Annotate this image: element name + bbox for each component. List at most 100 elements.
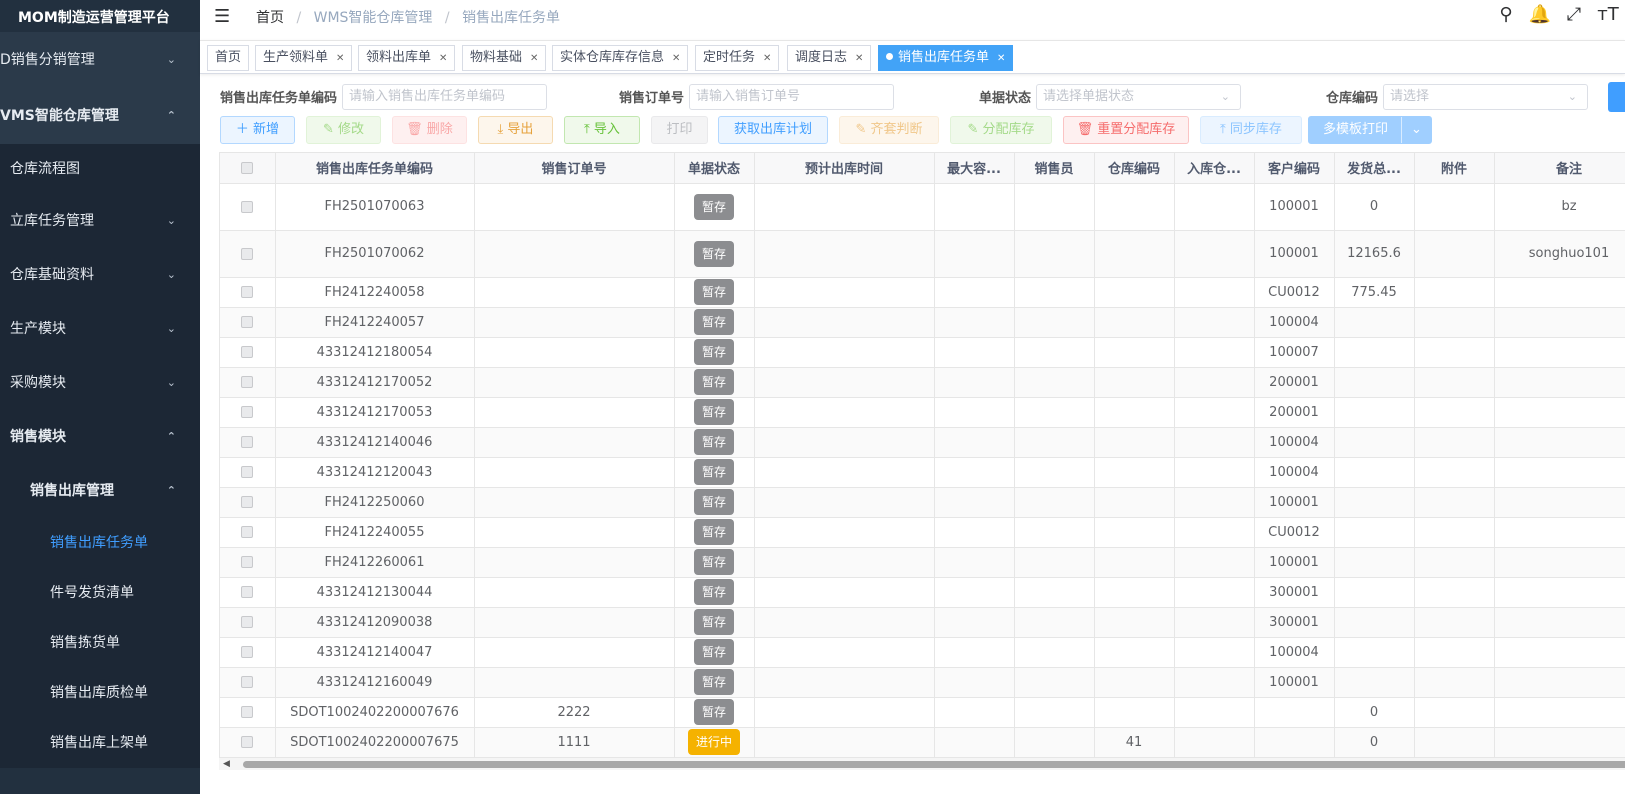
bell-icon[interactable]: 🔔 <box>1523 4 1557 25</box>
sidebar-item-sales[interactable]: 销售模块 ⌃ <box>0 410 200 464</box>
sidebar-item-outbound-task[interactable]: 销售出库任务单 <box>0 518 200 568</box>
row-checkbox[interactable] <box>241 556 254 568</box>
fetch-plan-button[interactable]: 获取出库计划 <box>718 116 828 144</box>
table-row[interactable]: FH2412240057 暂存 100004 <box>220 307 1625 338</box>
column-header[interactable]: 客户编码 <box>1254 153 1335 184</box>
table-row[interactable]: FH2501070063 暂存 100001 0 bz <box>220 183 1625 231</box>
tag-home[interactable]: 首页 <box>207 45 250 71</box>
sidebar-item-wms[interactable]: VMS智能仓库管理 ⌃ <box>0 88 200 144</box>
reset-allocate-button[interactable]: 🗑 重置分配库存 <box>1063 116 1189 144</box>
row-checkbox[interactable] <box>241 526 254 538</box>
sidebar-item-warehouse-basics[interactable]: 仓库基础资料 ⌄ <box>0 248 200 302</box>
table-row[interactable]: FH2501070062 暂存 100001 12165.6 songhuo101 <box>220 230 1625 278</box>
task-code-input[interactable]: 请输入销售出库任务单编码 <box>342 84 547 110</box>
scroll-left-icon[interactable]: ◀ <box>223 758 230 770</box>
table-row[interactable]: FH2412260061 暂存 100001 <box>220 547 1625 578</box>
column-header[interactable]: 销售员 <box>1014 153 1095 184</box>
export-button[interactable]: ⤓ 导出 <box>478 116 553 144</box>
tag-outbound-task[interactable]: 销售出库任务单 ✕ <box>878 45 1014 71</box>
column-header[interactable]: 销售订单号 <box>474 153 675 184</box>
column-header[interactable]: 单据状态 <box>674 153 755 184</box>
row-checkbox[interactable] <box>241 436 254 448</box>
breadcrumb-home[interactable]: 首页 <box>256 10 284 26</box>
tag-scheduled-tasks[interactable]: 定时任务 ✕ <box>695 45 780 71</box>
table-row[interactable]: 43312412160049 暂存 100001 <box>220 667 1625 698</box>
table-row[interactable]: 43312412130044 暂存 300001 <box>220 577 1625 608</box>
row-checkbox[interactable] <box>241 496 254 508</box>
close-icon[interactable]: ✕ <box>336 53 344 64</box>
table-row[interactable]: 43312412180054 暂存 100007 <box>220 337 1625 368</box>
tag-schedule-log[interactable]: 调度日志 ✕ <box>787 45 872 71</box>
print-button[interactable]: 打印 <box>651 116 708 144</box>
sidebar-item-outbound-shelving[interactable]: 销售出库上架单 <box>0 718 200 768</box>
table-row[interactable]: SDOT1002402200007676 2222 暂存 0 <box>220 697 1625 728</box>
search-icon[interactable]: ⚲ <box>1489 4 1523 25</box>
dropdown-toggle[interactable]: ⌄ <box>1401 117 1431 143</box>
allocate-stock-button[interactable]: ✎ 分配库存 <box>950 116 1052 144</box>
table-row[interactable]: 43312412140047 暂存 100004 <box>220 637 1625 668</box>
scrollbar-thumb[interactable] <box>243 761 1625 768</box>
template-print-button[interactable]: 多模板打印 ⌄ <box>1308 116 1432 144</box>
table-row[interactable]: 43312412120043 暂存 100004 <box>220 457 1625 488</box>
sidebar-item-picking[interactable]: 销售拣货单 <box>0 618 200 668</box>
sidebar-item-purchase[interactable]: 采购模块 ⌄ <box>0 356 200 410</box>
row-checkbox[interactable] <box>241 247 254 260</box>
tag-production-picking[interactable]: 生产领料单 ✕ <box>255 45 353 71</box>
order-no-input[interactable]: 请输入销售订单号 <box>689 84 894 110</box>
sidebar-item-stacker-tasks[interactable]: 立库任务管理 ⌄ <box>0 194 200 248</box>
close-icon[interactable]: ✕ <box>763 53 771 64</box>
column-header[interactable]: 备注 <box>1494 153 1625 184</box>
table-row[interactable]: SDOT1002402200007675 1111 进行中 41 0 <box>220 727 1625 758</box>
row-checkbox[interactable] <box>241 346 254 358</box>
search-button[interactable] <box>1608 82 1625 112</box>
table-row[interactable]: FH2412250060 暂存 100001 <box>220 487 1625 518</box>
column-header[interactable]: 预计出库时间 <box>754 153 935 184</box>
close-icon[interactable]: ✕ <box>997 53 1005 64</box>
tag-picking-outbound[interactable]: 领料出库单 ✕ <box>358 45 456 71</box>
delete-button[interactable]: 🗑 删除 <box>392 116 467 144</box>
sidebar-item-sales-distribution[interactable]: D销售分销管理 ⌄ <box>0 32 200 88</box>
sidebar-item-outbound-qc[interactable]: 销售出库质检单 <box>0 668 200 718</box>
table-row[interactable]: 43312412170053 暂存 200001 <box>220 397 1625 428</box>
tag-material-basics[interactable]: 物料基础 ✕ <box>462 45 547 71</box>
status-select[interactable]: 请选择单据状态 ⌄ <box>1036 84 1241 110</box>
column-header[interactable]: 销售出库任务单编码 <box>275 153 475 184</box>
sidebar-item-production[interactable]: 生产模块 ⌄ <box>0 302 200 356</box>
table-row[interactable]: 43312412140046 暂存 100004 <box>220 427 1625 458</box>
column-header[interactable]: 仓库编码 <box>1094 153 1175 184</box>
select-all-checkbox[interactable] <box>241 161 254 174</box>
close-icon[interactable]: ✕ <box>439 53 447 64</box>
edit-button[interactable]: ✎ 修改 <box>306 116 381 144</box>
sidebar-item-sales-outbound[interactable]: 销售出库管理 ⌃ <box>0 464 200 518</box>
row-checkbox[interactable] <box>241 316 254 328</box>
row-checkbox[interactable] <box>241 706 254 718</box>
row-checkbox[interactable] <box>241 200 254 213</box>
close-icon[interactable]: ✕ <box>855 53 863 64</box>
row-checkbox[interactable] <box>241 406 254 418</box>
sidebar-item-part-shipping-list[interactable]: 件号发货清单 <box>0 568 200 618</box>
row-checkbox[interactable] <box>241 466 254 478</box>
table-row[interactable]: FH2412240058 暂存 CU0012 775.45 <box>220 277 1625 308</box>
row-checkbox[interactable] <box>241 646 254 658</box>
tag-warehouse-stock[interactable]: 实体仓库库存信息 ✕ <box>552 45 689 71</box>
breadcrumb-wms[interactable]: WMS智能仓库管理 <box>314 10 433 26</box>
horizontal-scrollbar[interactable]: ◀ <box>219 758 1625 770</box>
import-button[interactable]: ⤒ 导入 <box>564 116 640 144</box>
add-button[interactable]: ＋ 新增 <box>220 116 295 144</box>
font-size-icon[interactable]: тT <box>1591 4 1625 25</box>
close-icon[interactable]: ✕ <box>530 53 538 64</box>
table-row[interactable]: 43312412090038 暂存 300001 <box>220 607 1625 638</box>
row-checkbox[interactable] <box>241 736 254 748</box>
column-header[interactable]: 附件 <box>1414 153 1495 184</box>
column-header[interactable]: 入库仓... <box>1174 153 1255 184</box>
sidebar-item-warehouse-flow[interactable]: 仓库流程图 <box>0 144 200 194</box>
column-header[interactable]: 发货总... <box>1334 153 1415 184</box>
row-checkbox[interactable] <box>241 616 254 628</box>
row-checkbox[interactable] <box>241 286 254 298</box>
kit-check-button[interactable]: ✎ 齐套判断 <box>839 116 939 144</box>
row-checkbox[interactable] <box>241 586 254 598</box>
sync-stock-button[interactable]: ⤒ 同步库存 <box>1200 116 1302 144</box>
hamburger-icon[interactable]: ☰ <box>214 6 230 27</box>
column-header[interactable]: 最大容... <box>934 153 1015 184</box>
table-row[interactable]: FH2412240055 暂存 CU0012 <box>220 517 1625 548</box>
